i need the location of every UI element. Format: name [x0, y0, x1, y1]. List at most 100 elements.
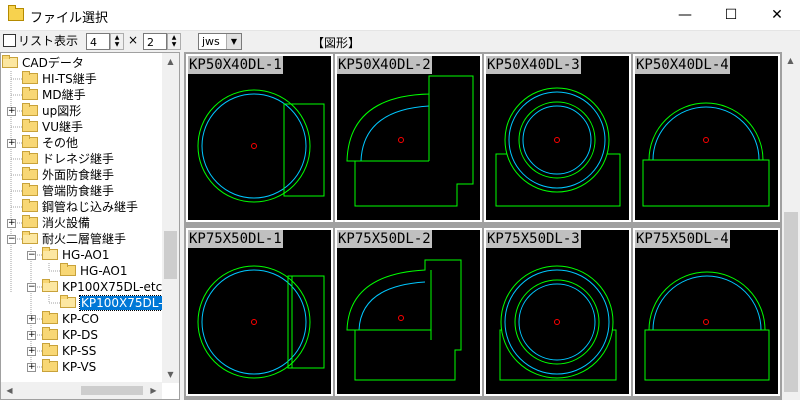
- folder-icon: [42, 343, 58, 356]
- thumbnail-tile[interactable]: KP50X40DL-2: [335, 54, 482, 222]
- folder-open-icon: [42, 279, 58, 292]
- thumbnail-label: KP50X40DL-3: [486, 56, 581, 74]
- tree-horizontal-scrollbar[interactable]: ◀ ▶: [1, 382, 162, 399]
- window-title: ファイル選択: [30, 11, 109, 26]
- extension-select[interactable]: jws ▼: [198, 33, 242, 50]
- tree-item[interactable]: 耐火二層管継手: [22, 231, 126, 247]
- expand-icon[interactable]: +: [27, 347, 36, 356]
- tree-item[interactable]: KP-VS: [42, 359, 96, 375]
- folder-icon: [22, 103, 38, 116]
- circle-base-drawing: [499, 265, 617, 381]
- scroll-up-icon[interactable]: ▲: [782, 52, 799, 69]
- folder-icon: [22, 119, 38, 132]
- scroll-down-icon[interactable]: ▼: [162, 366, 179, 383]
- thumbnail-label: KP50X40DL-1: [188, 56, 283, 74]
- folder-open-icon: [22, 231, 38, 244]
- folder-open-icon: [42, 247, 58, 260]
- tree-item[interactable]: VU継手: [22, 119, 83, 135]
- tree-item[interactable]: KP100X75DL-etc: [42, 279, 162, 295]
- folder-icon: [60, 263, 76, 276]
- collapse-icon[interactable]: −: [27, 283, 36, 292]
- folder-icon: [42, 359, 58, 372]
- tree-item[interactable]: KP-SS: [42, 343, 96, 359]
- scroll-thumb[interactable]: [164, 231, 177, 279]
- collapse-icon[interactable]: −: [7, 235, 16, 244]
- extension-value: jws: [202, 35, 220, 48]
- thumbnail-tile[interactable]: KP50X40DL-1: [186, 54, 333, 222]
- toolbar: リスト表示 4 ▲ ▼ × 2 ▲ ▼ jws ▼ 【図形】: [0, 30, 800, 52]
- elbow-drawing: [346, 259, 462, 381]
- grid-vertical-scrollbar[interactable]: ▲: [782, 52, 800, 400]
- expand-icon[interactable]: +: [7, 139, 16, 148]
- expand-icon[interactable]: +: [7, 219, 16, 228]
- columns-stepper[interactable]: ▲ ▼: [110, 33, 124, 50]
- tree-item[interactable]: up図形: [22, 103, 81, 119]
- thumbnail-label: KP50X40DL-2: [337, 56, 432, 74]
- expand-icon[interactable]: +: [7, 107, 16, 116]
- thumbnail-tile[interactable]: KP50X40DL-4: [633, 54, 780, 222]
- folder-tree[interactable]: CADデータ HI-TS継手 MD継手 + up図形 VU継手 + その他 ドレ…: [0, 52, 180, 400]
- folder-open-icon: [2, 55, 18, 68]
- folder-icon: [42, 327, 58, 340]
- tree-item-cad-data[interactable]: CADデータ: [2, 55, 84, 71]
- tree-item[interactable]: ドレネジ継手: [22, 151, 114, 167]
- thumbnail-label: KP75X50DL-1: [188, 230, 283, 248]
- folder-icon: [22, 199, 38, 212]
- tree-item[interactable]: 鋼管ねじ込み継手: [22, 199, 138, 215]
- times-sign: ×: [128, 33, 139, 47]
- thumbnail-tile[interactable]: KP75X50DL-4: [633, 228, 780, 396]
- expand-icon[interactable]: +: [27, 363, 36, 372]
- folder-icon: [22, 215, 38, 228]
- columns-input[interactable]: 4: [86, 33, 110, 50]
- rows-stepper[interactable]: ▲ ▼: [167, 33, 181, 50]
- circle-base-drawing: [495, 87, 621, 207]
- tree-vertical-scrollbar[interactable]: ▲ ▼: [162, 53, 179, 383]
- thumbnail-label: KP75X50DL-4: [635, 230, 730, 248]
- thumbnail-label: KP75X50DL-3: [486, 230, 581, 248]
- chevron-down-icon[interactable]: ▼: [226, 34, 241, 49]
- folder-icon: [22, 183, 38, 196]
- folder-icon: [22, 167, 38, 180]
- tree-item[interactable]: KP-DS: [42, 327, 98, 343]
- folder-icon: [22, 71, 38, 84]
- list-view-label: リスト表示: [18, 34, 79, 48]
- figure-label: 【図形】: [312, 36, 361, 50]
- tree-item[interactable]: MD継手: [22, 87, 86, 103]
- title-bar: ファイル選択 — ☐ ✕: [0, 0, 800, 31]
- tree-item[interactable]: 消火設備: [22, 215, 90, 231]
- scroll-right-icon[interactable]: ▶: [145, 382, 162, 399]
- folder-icon: [22, 135, 38, 148]
- thumbnail-tile[interactable]: KP50X40DL-3: [484, 54, 631, 222]
- tree-item[interactable]: その他: [22, 135, 78, 151]
- tree-item[interactable]: KP-CO: [42, 311, 99, 327]
- dome-drawing: [644, 271, 770, 381]
- maximize-button[interactable]: ☐: [708, 0, 754, 30]
- dome-drawing: [642, 102, 770, 207]
- scroll-left-icon[interactable]: ◀: [1, 382, 18, 399]
- circle-side-drawing: [197, 89, 325, 203]
- expand-icon[interactable]: +: [27, 315, 36, 324]
- elbow-drawing: [346, 75, 474, 207]
- list-view-checkbox[interactable]: [3, 34, 16, 47]
- minimize-button[interactable]: —: [662, 0, 708, 30]
- thumbnail-tile[interactable]: KP75X50DL-1: [186, 228, 333, 396]
- close-button[interactable]: ✕: [754, 0, 800, 30]
- tree-item[interactable]: HG-AO1: [42, 247, 109, 263]
- tree-item[interactable]: HI-TS継手: [22, 71, 97, 87]
- tree-item[interactable]: HG-AO1: [60, 263, 127, 279]
- circle-side-drawing: [197, 265, 325, 379]
- thumbnail-tile[interactable]: KP75X50DL-2: [335, 228, 482, 396]
- scroll-up-icon[interactable]: ▲: [162, 53, 179, 70]
- thumbnail-tile[interactable]: KP75X50DL-3: [484, 228, 631, 396]
- folder-icon: [42, 311, 58, 324]
- folder-open-icon: [60, 295, 76, 308]
- tree-item[interactable]: 管端防食継手: [22, 183, 114, 199]
- scroll-thumb[interactable]: [784, 212, 798, 392]
- expand-icon[interactable]: +: [27, 331, 36, 340]
- tree-item[interactable]: 外面防食継手: [22, 167, 114, 183]
- rows-input[interactable]: 2: [143, 33, 167, 50]
- collapse-icon[interactable]: −: [27, 251, 36, 260]
- folder-icon: [22, 151, 38, 164]
- thumbnail-grid: KP50X40DL-1 KP50X40DL-2 KP50X40DL-3 KP50…: [184, 52, 782, 400]
- scroll-thumb[interactable]: [81, 386, 143, 395]
